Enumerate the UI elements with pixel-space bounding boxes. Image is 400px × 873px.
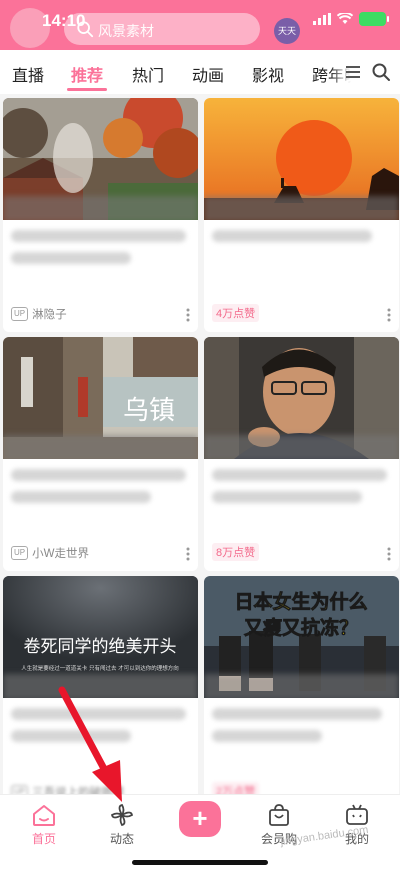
- up-badge: UP: [11, 307, 29, 321]
- thumbnail-info-bar: [204, 196, 399, 220]
- pinwheel-icon: [110, 803, 134, 827]
- thumbnail-info-bar: [3, 674, 198, 698]
- menu-icon[interactable]: [343, 62, 363, 82]
- card-likes: 4万点赞: [212, 304, 260, 322]
- active-tab-indicator: [67, 88, 107, 91]
- thumbnail-info-bar: [204, 435, 399, 459]
- video-card[interactable]: 8万点赞: [204, 337, 399, 571]
- title-line: [11, 491, 151, 503]
- title-line: [11, 469, 186, 481]
- battery-icon: [359, 12, 389, 26]
- video-card[interactable]: 乌镇 UP 小W走世界: [3, 337, 198, 571]
- thumbnail-title: 日本女生为什么: [234, 590, 367, 613]
- nav-home[interactable]: 首页: [14, 803, 74, 847]
- tab-recommend[interactable]: 推荐: [71, 62, 103, 86]
- tab-anime[interactable]: 动画: [192, 62, 224, 86]
- home-indicator[interactable]: [132, 860, 268, 865]
- nav-dynamic-label: 动态: [109, 832, 134, 846]
- video-card[interactable]: UP 淋隐子: [3, 98, 198, 332]
- more-options-icon[interactable]: [387, 308, 391, 322]
- video-card[interactable]: 4万点赞: [204, 98, 399, 332]
- title-line: [212, 491, 362, 503]
- up-badge: UP: [11, 546, 29, 560]
- uploader-name: 小W走世界: [32, 548, 89, 560]
- card-uploader[interactable]: UP 小W走世界: [11, 545, 89, 561]
- search-icon[interactable]: [371, 62, 391, 82]
- top-header: 14:10 风景素材 天天: [0, 0, 400, 50]
- nav-dynamic[interactable]: 动态: [92, 803, 152, 847]
- screen: 14:10 风景素材 天天 直播 推荐 热门 动画 影视 UP 淋隐子 4万点赞…: [0, 0, 400, 873]
- signal-icon: [313, 13, 331, 25]
- wifi-icon: [337, 13, 353, 24]
- search-input[interactable]: 风景素材: [64, 13, 260, 45]
- channel-tabs: 直播 推荐 热门 动画 影视 跨年晚: [0, 50, 400, 94]
- likes-badge: 2万点赞: [212, 782, 260, 794]
- card-likes: 8万点赞: [212, 543, 260, 561]
- publish-button[interactable]: +: [179, 801, 221, 837]
- uploader-name: 三吾说上的破嗯嗯: [32, 787, 125, 794]
- thumbnail-info-bar: [3, 435, 198, 459]
- video-thumbnail[interactable]: 卷死同学的绝美开头 人生就是要经过一道道关卡 只有闯过去 才可以到达你的理想方向: [3, 576, 198, 698]
- thumbnail-info-bar: [3, 196, 198, 220]
- card-uploader[interactable]: UP 淋隐子: [11, 306, 67, 322]
- likes-badge: 8万点赞: [212, 543, 260, 561]
- card-likes: 2万点赞: [212, 782, 260, 794]
- uploader-name: 淋隐子: [32, 309, 67, 321]
- more-options-icon[interactable]: [387, 547, 391, 561]
- game-center-icon[interactable]: 天天: [274, 18, 300, 44]
- card-uploader[interactable]: UP 三吾说上的破嗯嗯: [11, 784, 124, 794]
- video-thumbnail[interactable]: 日本女生为什么 又瘦又抗冻？: [204, 576, 399, 698]
- thumbnail-title: 卷死同学的绝美开头: [24, 637, 177, 657]
- status-icons: [313, 12, 389, 26]
- more-options-icon[interactable]: [186, 547, 190, 561]
- nav-home-label: 首页: [31, 832, 56, 846]
- likes-badge: 4万点赞: [212, 304, 260, 322]
- up-badge: UP: [11, 785, 29, 794]
- title-line: [11, 252, 131, 264]
- video-thumbnail[interactable]: [3, 98, 198, 220]
- video-feed: UP 淋隐子 4万点赞 乌镇 UP 小W走世界 8万点赞 卷死同学的绝美开头 人…: [0, 94, 400, 794]
- title-line: [11, 730, 131, 742]
- video-card[interactable]: 卷死同学的绝美开头 人生就是要经过一道道关卡 只有闯过去 才可以到达你的理想方向…: [3, 576, 198, 794]
- shopping-bag-icon: [269, 804, 289, 826]
- video-thumbnail[interactable]: 乌镇: [3, 337, 198, 459]
- thumbnail-info-bar: [204, 674, 399, 698]
- title-line: [212, 230, 372, 242]
- home-icon: [33, 805, 55, 826]
- search-placeholder: 风景素材: [98, 23, 154, 39]
- search-icon: [77, 21, 94, 38]
- thumbnail-subtitle: 人生就是要经过一道道关卡 只有闯过去 才可以到达你的理想方向: [21, 664, 179, 672]
- video-thumbnail[interactable]: [204, 337, 399, 459]
- video-card[interactable]: 日本女生为什么 又瘦又抗冻？ 2万点赞: [204, 576, 399, 794]
- more-options-icon[interactable]: [186, 308, 190, 322]
- title-line: [212, 708, 382, 720]
- title-line: [212, 469, 387, 481]
- thumbnail-caption: 乌镇: [123, 396, 175, 426]
- tab-hot[interactable]: 热门: [132, 62, 164, 86]
- video-thumbnail[interactable]: [204, 98, 399, 220]
- title-line: [11, 230, 186, 242]
- title-line: [11, 708, 186, 720]
- tab-live[interactable]: 直播: [12, 62, 44, 86]
- title-line: [212, 730, 322, 742]
- tab-film[interactable]: 影视: [252, 62, 284, 86]
- thumbnail-title-line2: 又瘦又抗冻？: [244, 616, 358, 639]
